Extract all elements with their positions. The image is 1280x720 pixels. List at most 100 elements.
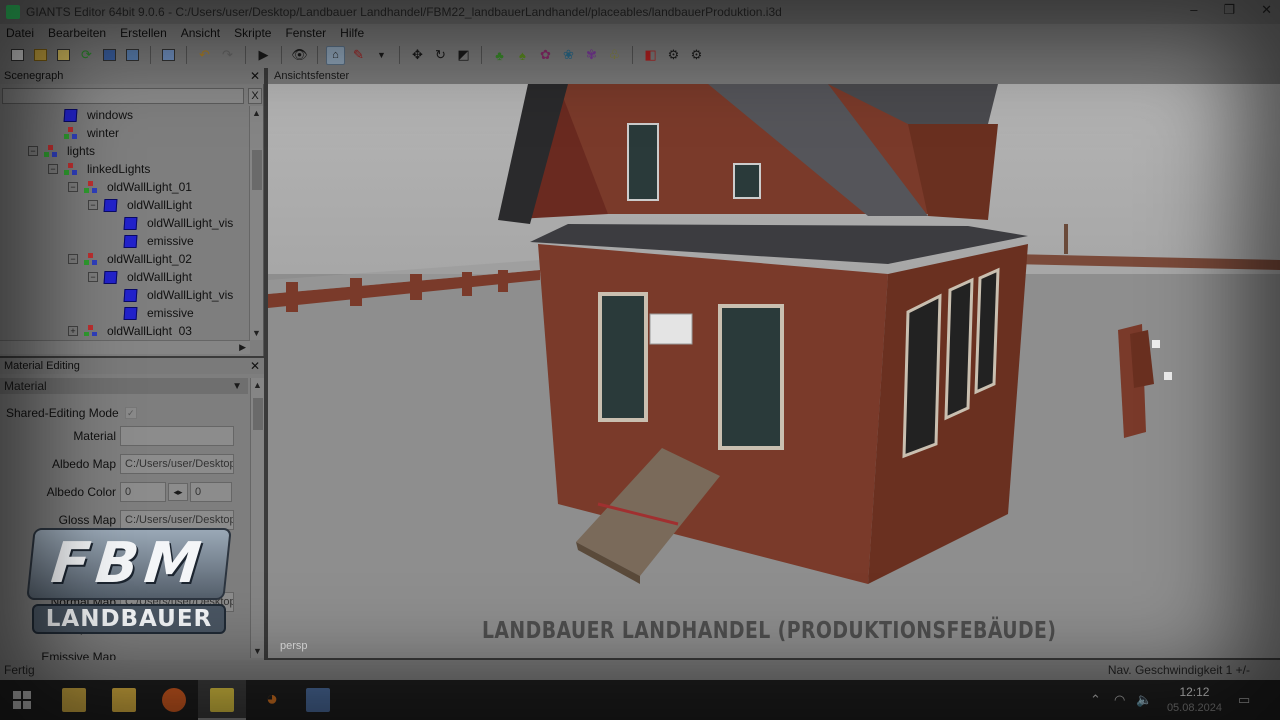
- scenegraph-header: Scenegraph ✕: [0, 68, 264, 84]
- tree-node[interactable]: windows: [63, 106, 133, 124]
- chevron-up-icon[interactable]: ⌃: [1090, 692, 1101, 708]
- new-file-icon[interactable]: [8, 46, 27, 65]
- scroll-down-icon[interactable]: ▼: [252, 328, 261, 338]
- restore-button[interactable]: ❐: [1223, 2, 1235, 18]
- chevron-down-icon[interactable]: ▼: [372, 46, 391, 65]
- clock-date: 05.08.2024: [1166, 702, 1222, 714]
- terrain-paint-icon[interactable]: ♣: [490, 46, 509, 65]
- scenegraph-filter-input[interactable]: [2, 88, 244, 104]
- giants-editor-taskbar-icon[interactable]: [210, 688, 234, 712]
- scenegraph-close-button[interactable]: ✕: [250, 69, 260, 83]
- scroll-down-icon[interactable]: ▼: [253, 646, 262, 656]
- volume-icon[interactable]: 🔈: [1136, 692, 1152, 708]
- menu-bearbeiten[interactable]: Bearbeiten: [48, 26, 106, 40]
- material-editing-close-button[interactable]: ✕: [250, 359, 260, 373]
- menu-erstellen[interactable]: Erstellen: [120, 26, 167, 40]
- scroll-right-icon[interactable]: ▶: [239, 342, 246, 353]
- wall-lamp-posts: [1118, 324, 1172, 438]
- material-select[interactable]: [120, 426, 234, 446]
- tree-node[interactable]: emissive: [123, 232, 194, 250]
- tree-node[interactable]: winter: [64, 124, 119, 142]
- tree-node[interactable]: oldWallLight_vis: [123, 286, 233, 304]
- scenegraph-vertical-scrollbar[interactable]: ▲ ▼: [249, 106, 263, 340]
- blender-icon[interactable]: ◕: [260, 688, 284, 712]
- cube-icon[interactable]: ◧: [641, 46, 660, 65]
- photo-app-icon[interactable]: [306, 688, 330, 712]
- collapse-icon[interactable]: −: [88, 272, 98, 282]
- terrain-sculpt-icon[interactable]: ♠: [513, 46, 532, 65]
- tree-node[interactable]: − oldWallLight_01: [68, 178, 192, 196]
- transform-group-icon: [64, 126, 77, 140]
- foliage-erase-icon[interactable]: ❀: [559, 46, 578, 65]
- move-icon[interactable]: ✥: [408, 46, 427, 65]
- gear-icon[interactable]: ⚙: [664, 46, 683, 65]
- tree-node[interactable]: emissive: [123, 304, 194, 322]
- decal-paint-icon[interactable]: ✾: [582, 46, 601, 65]
- system-clock[interactable]: 12:12 05.08.2024: [1167, 684, 1222, 716]
- save-as-icon[interactable]: [123, 46, 142, 65]
- albedo-color-r-field[interactable]: 0: [120, 482, 166, 502]
- collapse-icon[interactable]: −: [28, 146, 38, 156]
- collapse-icon[interactable]: −: [48, 164, 58, 174]
- collapse-icon[interactable]: −: [68, 254, 78, 264]
- 3d-viewport[interactable]: persp LANDBAUER LANDHANDEL (PRODUKTIONSF…: [268, 84, 1280, 658]
- menu-datei[interactable]: Datei: [6, 26, 34, 40]
- tree-node[interactable]: − linkedLights: [48, 160, 150, 178]
- foliage-paint-icon[interactable]: ✿: [536, 46, 555, 65]
- minimize-button[interactable]: –: [1190, 2, 1197, 18]
- tree-node[interactable]: − oldWallLight_02: [68, 250, 192, 268]
- material-section-dropdown[interactable]: Material ▼: [0, 378, 248, 394]
- firefox-icon[interactable]: [162, 688, 186, 712]
- taskbar-app-icon[interactable]: [62, 688, 86, 712]
- network-icon[interactable]: ◠: [1114, 692, 1125, 708]
- file-explorer-icon[interactable]: [112, 688, 136, 712]
- transform-group-icon: [64, 162, 77, 176]
- paint-tool-icon[interactable]: ✎: [349, 46, 368, 65]
- camera-label: persp: [280, 640, 308, 652]
- reload-icon[interactable]: ⟳: [77, 46, 96, 65]
- save-icon[interactable]: [100, 46, 119, 65]
- redo-icon[interactable]: ↷: [218, 46, 237, 65]
- collapse-icon[interactable]: −: [88, 200, 98, 210]
- close-button[interactable]: ✕: [1261, 2, 1272, 18]
- filter-clear-button[interactable]: X: [248, 88, 262, 104]
- chevron-down-icon: ▼: [232, 380, 242, 392]
- material-vertical-scrollbar[interactable]: ▲ ▼: [250, 378, 264, 658]
- import-icon[interactable]: [159, 46, 178, 65]
- select-tool-icon[interactable]: ⌂: [326, 45, 345, 65]
- eye-icon[interactable]: 👁: [290, 46, 309, 65]
- scroll-up-icon[interactable]: ▲: [253, 380, 262, 390]
- shared-editing-checkbox[interactable]: ✓: [124, 407, 137, 419]
- albedo-color-g-field[interactable]: 0: [190, 482, 232, 502]
- expand-icon[interactable]: +: [68, 326, 78, 336]
- notification-icon[interactable]: ▭: [1238, 692, 1250, 708]
- tree-node[interactable]: + oldWallLight_03: [68, 322, 192, 336]
- gloss-map-field[interactable]: C:/Users/user/Desktop: [120, 510, 234, 530]
- scenegraph-horizontal-scrollbar[interactable]: ▶: [0, 340, 250, 354]
- collapse-icon[interactable]: −: [68, 182, 78, 192]
- tree-node[interactable]: oldWallLight_vis: [123, 214, 233, 232]
- menu-hilfe[interactable]: Hilfe: [340, 26, 364, 40]
- albedo-map-field[interactable]: C:/Users/user/Desktop: [120, 454, 234, 474]
- menu-skripte[interactable]: Skripte: [234, 26, 271, 40]
- tree-node[interactable]: − oldWallLight: [88, 196, 192, 214]
- windows-taskbar: ◕ ⌃ ◠ 🔈 12:12 05.08.2024 ▭: [0, 680, 1280, 720]
- rotate-icon[interactable]: ↻: [431, 46, 450, 65]
- scale-icon[interactable]: ◩: [454, 46, 473, 65]
- tree-node[interactable]: − lights: [28, 142, 95, 160]
- windows-start-icon[interactable]: [12, 690, 32, 710]
- undo-icon[interactable]: ↶: [195, 46, 214, 65]
- menu-ansicht[interactable]: Ansicht: [181, 26, 220, 40]
- link-values-icon[interactable]: ◂▸: [168, 483, 188, 501]
- open-folder-icon[interactable]: [31, 46, 50, 65]
- settings-icon[interactable]: ⚙: [687, 46, 706, 65]
- scroll-thumb[interactable]: [252, 150, 262, 190]
- scroll-thumb[interactable]: [253, 398, 263, 430]
- menu-fenster[interactable]: Fenster: [285, 26, 326, 40]
- viewport-header: Ansichtsfenster: [268, 68, 1280, 84]
- play-icon[interactable]: ▶: [254, 46, 273, 65]
- tree-tool-icon[interactable]: ♧: [605, 46, 624, 65]
- edit-file-icon[interactable]: [54, 46, 73, 65]
- scroll-up-icon[interactable]: ▲: [252, 108, 261, 118]
- tree-node[interactable]: − oldWallLight: [88, 268, 192, 286]
